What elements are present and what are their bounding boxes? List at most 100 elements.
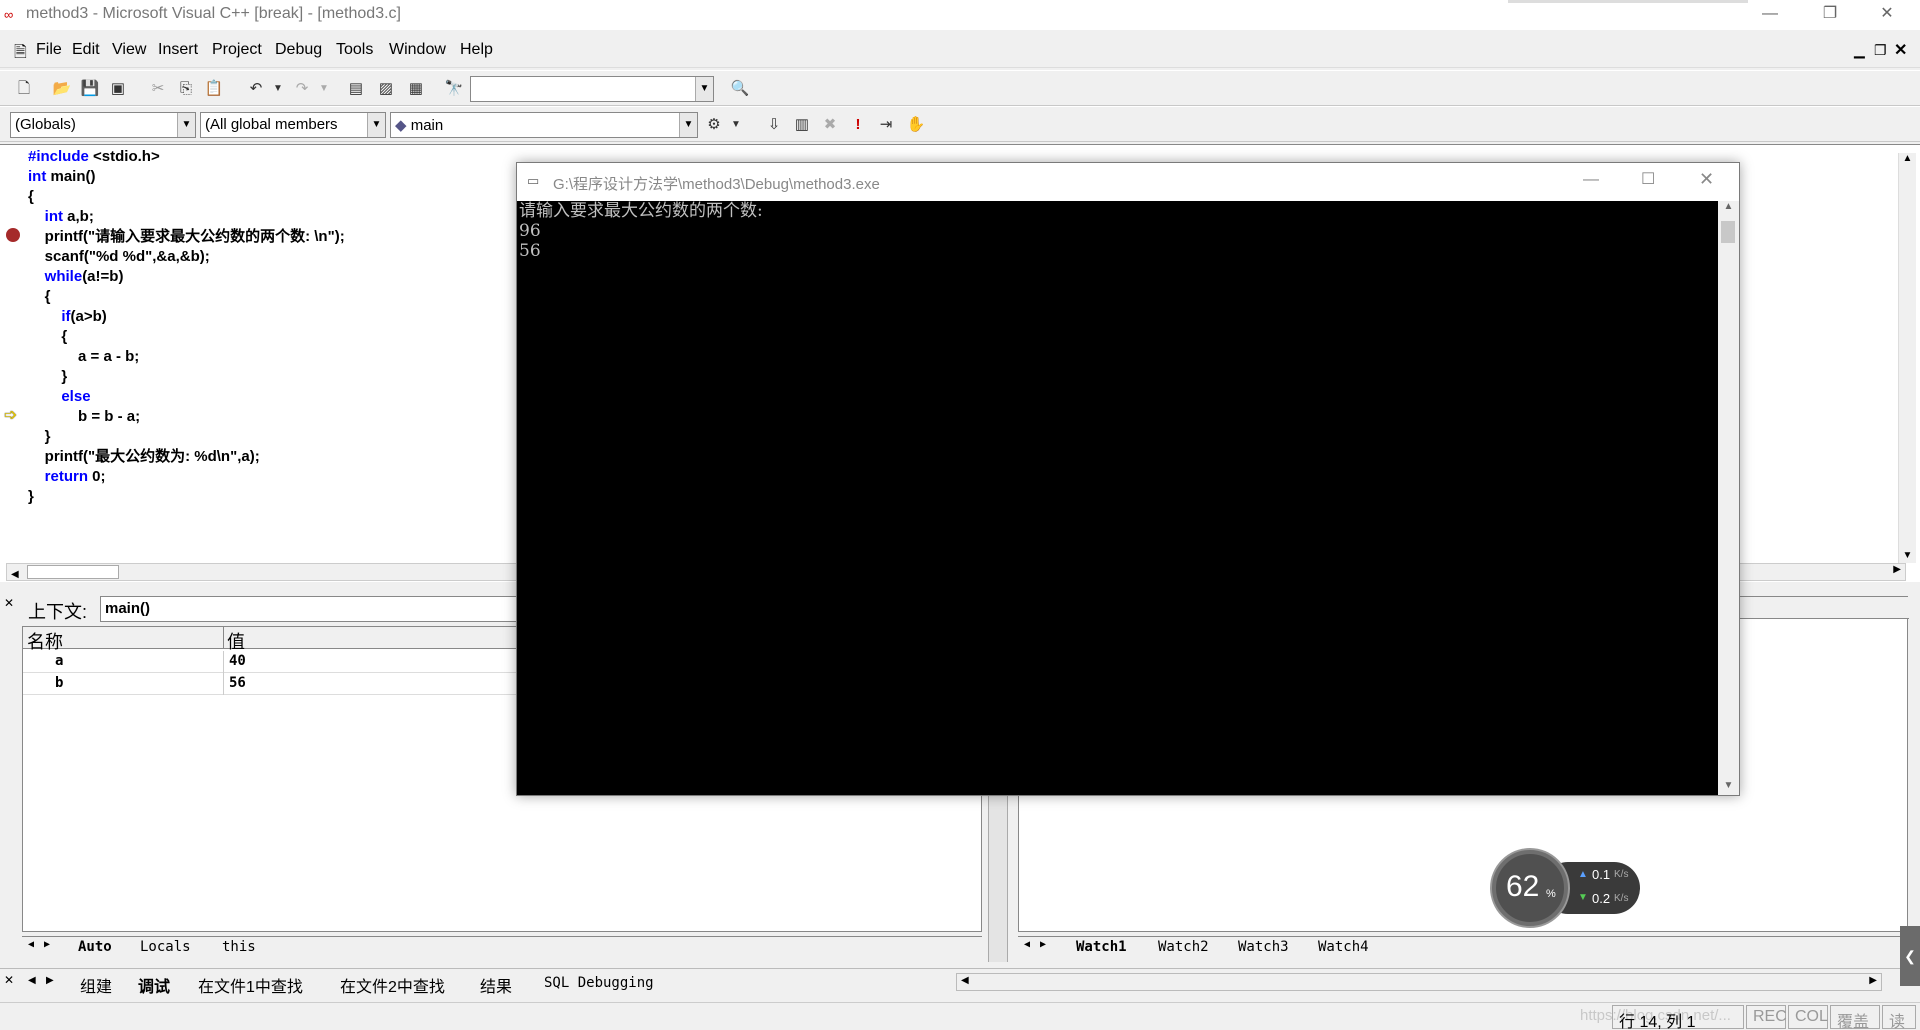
menu-window[interactable]: Window [389,41,446,59]
scroll-up-icon[interactable]: ▲ [1718,201,1739,212]
scroll-right-icon[interactable]: ▶ [1893,564,1901,575]
scroll-right-icon[interactable]: ▶ [1869,975,1877,986]
menu-project[interactable]: Project [212,41,262,59]
console-title-bar[interactable]: ▭ G:\程序设计方法学\method3\Debug\method3.exe —… [517,163,1739,201]
scroll-up-icon[interactable]: ▲ [1899,153,1916,164]
members-combo[interactable]: (All global members ▼ [200,112,386,138]
chevron-down-icon[interactable]: ▼ [679,113,697,137]
network-speed-widget[interactable]: ▲ 0.1 K/s ▼ 0.2 K/s 62 % [1492,850,1640,928]
menu-edit[interactable]: Edit [72,41,100,59]
code-line[interactable]: scanf("%d %d",&a,&b); [28,247,210,267]
menu-tools[interactable]: Tools [336,41,373,59]
tab-watch3[interactable]: Watch3 [1238,939,1289,955]
find-combo[interactable]: ▼ [470,76,714,102]
restore-button[interactable]: ❐ [1807,0,1853,30]
chevron-down-icon[interactable]: ▼ [177,113,195,137]
code-line[interactable]: if(a>b) [28,307,106,327]
tab-build[interactable]: 组建 [80,973,112,997]
tab-scroll-right-icon[interactable]: ▶ [46,975,54,986]
tab-sql-debugging[interactable]: SQL Debugging [544,975,654,991]
tab-scroll-left-icon[interactable]: ◀ [28,939,34,950]
tab-scroll-right-icon[interactable]: ▶ [44,939,50,950]
scroll-left-icon[interactable]: ◀ [961,975,969,986]
new-text-file-icon[interactable]: 🗋 [12,77,36,101]
mdi-close-button[interactable]: ✕ [1894,40,1907,60]
console-minimize-button[interactable]: — [1583,171,1599,189]
code-line[interactable]: printf("最大公约数为: %d\n",a); [28,447,260,467]
tab-scroll-right-icon[interactable]: ▶ [1040,939,1046,950]
undo-icon[interactable]: ↶ [244,77,268,101]
code-line[interactable]: { [28,327,67,347]
close-button[interactable]: ✕ [1864,0,1910,30]
tab-results[interactable]: 结果 [480,973,512,997]
tab-scroll-left-icon[interactable]: ◀ [28,975,36,986]
tab-watch4[interactable]: Watch4 [1318,939,1369,955]
scroll-thumb[interactable] [1721,221,1735,243]
stop-build-icon[interactable]: ✖ [818,113,842,137]
save-all-icon[interactable]: ▣ [106,77,130,101]
execute-icon[interactable]: ! [846,113,870,137]
wizard-action-icon[interactable]: ⚙ [702,113,726,137]
console-window[interactable]: ▭ G:\程序设计方法学\method3\Debug\method3.exe —… [516,162,1740,796]
scope-combo[interactable]: (Globals) ▼ [10,112,196,138]
go-icon[interactable]: ⇥ [874,113,898,137]
scroll-left-icon[interactable]: ◀ [7,569,19,580]
code-line[interactable]: else [28,387,90,407]
workspace-icon[interactable]: ▤ [344,77,368,101]
code-line[interactable]: int main() [28,167,96,187]
code-line[interactable]: } [28,427,51,447]
scroll-down-icon[interactable]: ▼ [1899,550,1916,561]
redo-dropdown-icon[interactable]: ▼ [312,77,336,101]
code-line[interactable]: a = a - b; [28,347,139,367]
output-window-icon[interactable]: ▨ [374,77,398,101]
menu-view[interactable]: View [112,41,146,59]
paste-icon[interactable]: 📋 [202,77,226,101]
chevron-down-icon[interactable]: ▼ [367,113,385,137]
open-icon[interactable]: 📂 [50,77,74,101]
code-line[interactable]: } [28,487,34,507]
output-horizontal-scrollbar[interactable]: ◀ ▶ [956,973,1882,991]
code-line[interactable]: return 0; [28,467,106,487]
code-line[interactable]: { [28,287,51,307]
tab-locals[interactable]: Locals [140,939,191,955]
redo-icon[interactable]: ↷ [290,77,314,101]
console-scrollbar[interactable]: ▲ ▼ [1718,201,1739,795]
window-list-icon[interactable]: ▦ [404,77,428,101]
build-icon[interactable]: ▥ [790,113,814,137]
code-line[interactable]: while(a!=b) [28,267,124,287]
menu-help[interactable]: Help [460,41,493,59]
minimize-button[interactable]: — [1747,0,1793,30]
cut-icon[interactable]: ✂ [146,77,170,101]
compile-icon[interactable]: ⇩ [762,113,786,137]
tab-watch1[interactable]: Watch1 [1076,939,1127,955]
console-close-button[interactable]: ✕ [1699,169,1714,190]
code-line[interactable]: b = b - a; [28,407,140,427]
pane-close-icon[interactable]: ✕ [4,973,14,987]
menu-file[interactable]: File [36,41,62,59]
breakpoint-hand-icon[interactable]: ✋ [904,113,928,137]
wizard-dropdown-icon[interactable]: ▼ [724,113,748,137]
tab-watch2[interactable]: Watch2 [1158,939,1209,955]
tab-find-in-files-1[interactable]: 在文件1中查找 [198,973,303,997]
mdi-minimize-button[interactable]: ▁ [1854,42,1865,59]
code-line[interactable]: } [28,367,67,387]
tab-this[interactable]: this [222,939,256,955]
tab-find-in-files-2[interactable]: 在文件2中查找 [340,973,445,997]
code-line[interactable]: printf("请输入要求最大公约数的两个数: \n"); [28,227,345,247]
undo-dropdown-icon[interactable]: ▼ [266,77,290,101]
menu-debug[interactable]: Debug [275,41,322,59]
copy-icon[interactable]: ⎘ [174,77,198,101]
tab-auto[interactable]: Auto [78,939,112,955]
function-combo[interactable]: ◆ main ▼ [390,112,698,138]
code-line[interactable]: { [28,187,34,207]
pane-close-icon[interactable]: ✕ [4,596,14,610]
tab-debug[interactable]: 调试 [138,973,170,997]
console-output[interactable]: 请输入要求最大公约数的两个数: 96 56 [517,201,1718,795]
find-binoculars-icon[interactable]: 🔍 [728,77,752,101]
code-line[interactable]: int a,b; [28,207,94,227]
menu-insert[interactable]: Insert [158,41,198,59]
side-panel-toggle[interactable]: ❮ [1900,926,1920,986]
scroll-down-icon[interactable]: ▼ [1718,780,1739,791]
breakpoint-icon[interactable] [6,228,20,242]
code-line[interactable]: #include <stdio.h> [28,147,160,167]
